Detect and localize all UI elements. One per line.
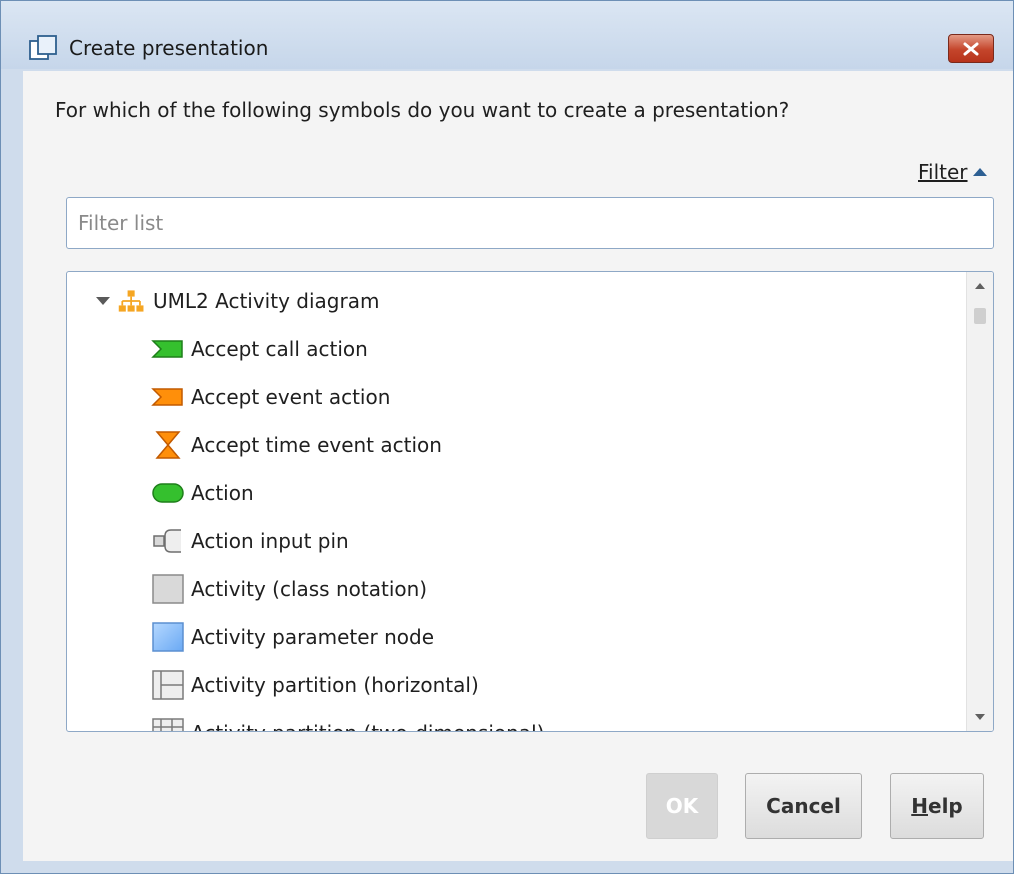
tree-root-label: UML2 Activity diagram	[153, 289, 380, 313]
tree-item-label: Accept event action	[191, 385, 391, 409]
tree-item[interactable]: Accept event action	[151, 373, 390, 421]
tree-item[interactable]: Activity partition (horizontal)	[151, 661, 479, 709]
ok-button[interactable]: OK	[646, 773, 718, 839]
scroll-down-arrow-icon	[975, 714, 985, 720]
action-icon	[152, 483, 184, 503]
input-pin-icon	[153, 529, 181, 553]
parameter-node-icon	[152, 622, 184, 652]
title-bar[interactable]: Create presentation	[1, 1, 1013, 69]
hourglass-icon	[155, 431, 181, 459]
prompt-text: For which of the following symbols do yo…	[55, 98, 790, 122]
filter-toggle-label: Filter	[918, 160, 968, 184]
tree-item[interactable]: Activity partition (two-dimensional)	[151, 709, 544, 731]
tree-item-label: Action input pin	[191, 529, 349, 553]
triangle-up-icon	[972, 168, 987, 176]
symbol-tree[interactable]: UML2 Activity diagram Accept call action…	[66, 271, 994, 732]
scroll-up-arrow-icon	[975, 283, 985, 289]
help-mnemonic: H	[911, 794, 928, 818]
activity-class-icon	[152, 574, 184, 604]
tree-item-label: Activity (class notation)	[191, 577, 428, 601]
filter-toggle[interactable]: Filter	[918, 159, 989, 185]
scroll-up-button[interactable]	[967, 274, 993, 298]
tree-item[interactable]: Accept call action	[151, 325, 368, 373]
tree-item[interactable]: Accept time event action	[151, 421, 442, 469]
partition-2d-icon	[152, 718, 184, 731]
tree-item-label: Activity partition (two-dimensional)	[191, 721, 544, 731]
dialog-window: Create presentation For which of the fol…	[0, 0, 1014, 874]
tree-item[interactable]: Action input pin	[151, 517, 349, 565]
window-icon	[29, 35, 57, 60]
filter-input[interactable]	[66, 197, 994, 249]
tree-item-label: Accept time event action	[191, 433, 442, 457]
accept-event-action-icon	[151, 388, 183, 406]
partition-horizontal-icon	[152, 670, 184, 700]
scroll-down-button[interactable]	[967, 705, 993, 729]
tree-item-label: Accept call action	[191, 337, 368, 361]
vertical-scrollbar[interactable]	[966, 272, 993, 731]
expand-triangle-icon[interactable]	[93, 294, 113, 308]
tree-item-label: Activity parameter node	[191, 625, 435, 649]
tree-item[interactable]: Action	[151, 469, 254, 517]
help-button[interactable]: Help	[890, 773, 984, 839]
accept-call-action-icon	[151, 340, 183, 358]
help-label-rest: elp	[928, 794, 963, 818]
cancel-button[interactable]: Cancel	[745, 773, 862, 839]
tree-item-label: Activity partition (horizontal)	[191, 673, 479, 697]
tree-root-row[interactable]: UML2 Activity diagram	[93, 277, 379, 325]
tree-item[interactable]: Activity (class notation)	[151, 565, 427, 613]
dialog-body: For which of the following symbols do yo…	[23, 71, 1013, 861]
close-x-icon	[963, 42, 979, 55]
scroll-thumb[interactable]	[974, 308, 986, 324]
hierarchy-icon	[118, 290, 144, 312]
tree-item[interactable]: Activity parameter node	[151, 613, 434, 661]
window-title: Create presentation	[69, 36, 269, 60]
tree-item-label: Action	[191, 481, 254, 505]
close-button[interactable]	[948, 34, 994, 63]
